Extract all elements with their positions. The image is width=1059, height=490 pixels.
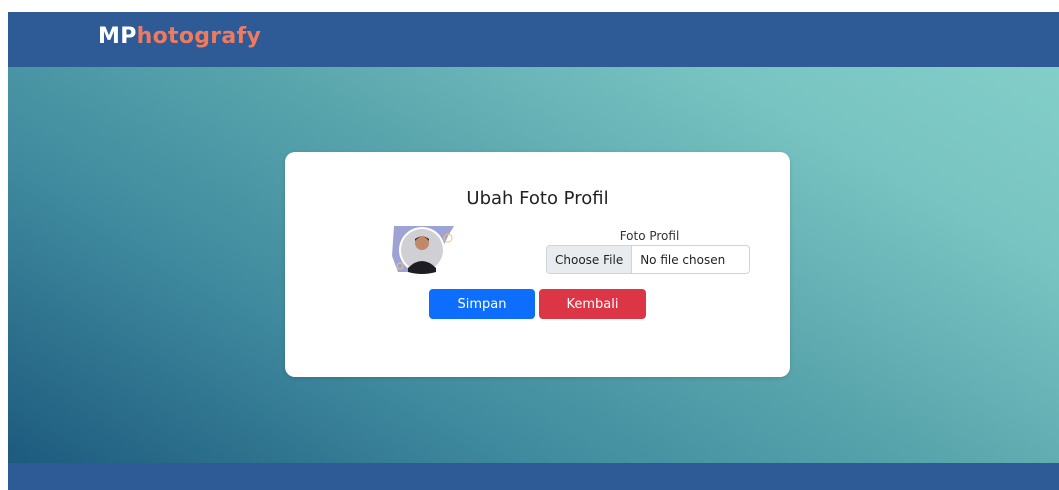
page-frame: MPhotografy Ubah Foto Profil Foto Profil… <box>8 12 1059 490</box>
brand-logo[interactable]: MPhotografy <box>98 24 261 49</box>
file-status-text: No file chosen <box>640 252 726 267</box>
brand-part-1: MP <box>98 24 137 49</box>
save-button[interactable]: Simpan <box>429 289 535 319</box>
profile-photo <box>392 226 456 274</box>
change-photo-card: Ubah Foto Profil Foto Profil Choose File… <box>285 152 790 377</box>
back-button[interactable]: Kembali <box>539 289 646 319</box>
file-input[interactable]: Choose File No file chosen <box>546 245 750 274</box>
choose-file-button[interactable]: Choose File <box>547 246 633 273</box>
brand-part-2: hotografy <box>136 24 262 49</box>
card-title: Ubah Foto Profil <box>466 188 609 209</box>
footer-bar <box>8 463 1059 490</box>
photo-field-label: Foto Profil <box>619 229 680 243</box>
navbar: MPhotografy <box>8 12 1059 67</box>
profile-photo-image <box>392 226 454 274</box>
